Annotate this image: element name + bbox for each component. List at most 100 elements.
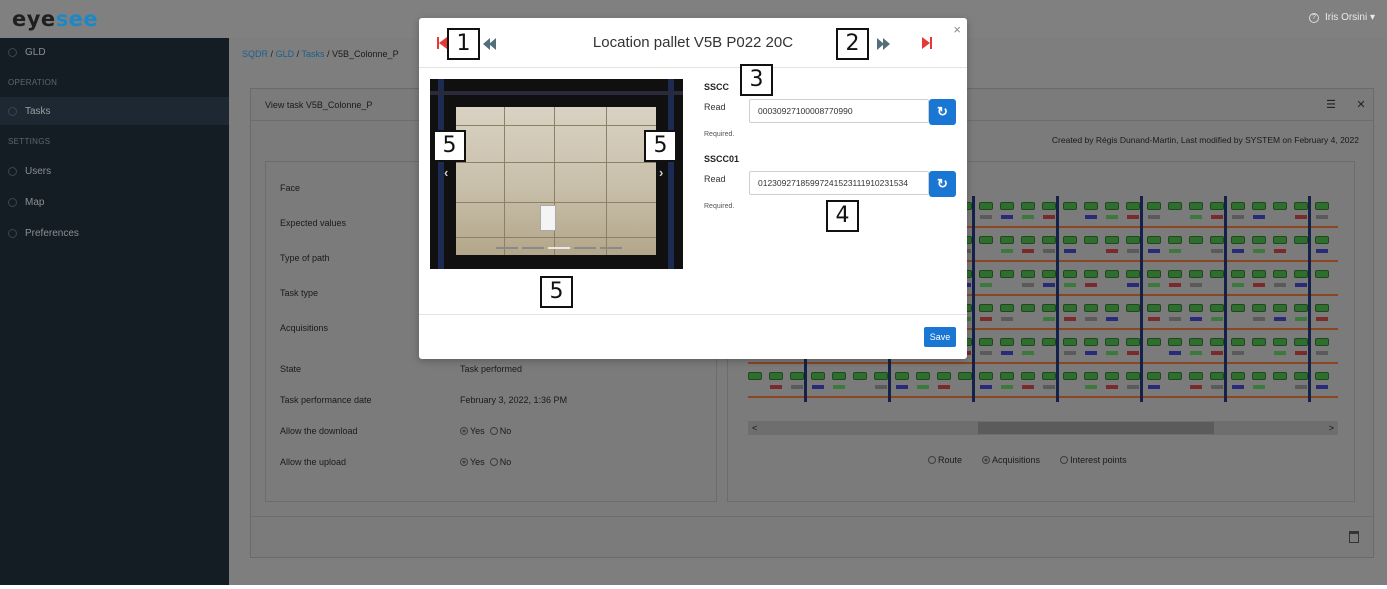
acquisition-camera-icon[interactable] (979, 236, 993, 244)
acquisition-camera-icon[interactable] (1210, 338, 1224, 346)
breadcrumb-link-gld[interactable]: GLD (276, 49, 295, 59)
acquisition-camera-icon[interactable] (1273, 202, 1287, 210)
acquisition-camera-icon[interactable] (1126, 202, 1140, 210)
acquisition-camera-icon[interactable] (1084, 270, 1098, 278)
acquisition-camera-icon[interactable] (1084, 304, 1098, 312)
carousel-dot[interactable] (496, 247, 518, 249)
acquisition-camera-icon[interactable] (1000, 270, 1014, 278)
acquisition-camera-icon[interactable] (1252, 270, 1266, 278)
acquisition-camera-icon[interactable] (1189, 236, 1203, 244)
acquisition-camera-icon[interactable] (1231, 372, 1245, 380)
radio-interest-points[interactable]: Interest points (1060, 455, 1127, 465)
upload-yes-radio[interactable] (460, 458, 468, 466)
acquisition-camera-icon[interactable] (979, 372, 993, 380)
acquisition-camera-icon[interactable] (1105, 304, 1119, 312)
acquisition-camera-icon[interactable] (1042, 270, 1056, 278)
acquisition-camera-icon[interactable] (1084, 236, 1098, 244)
acquisition-camera-icon[interactable] (1063, 202, 1077, 210)
acquisition-camera-icon[interactable] (1189, 304, 1203, 312)
acquisition-camera-icon[interactable] (1042, 236, 1056, 244)
acquisition-camera-icon[interactable] (958, 372, 972, 380)
acquisition-camera-icon[interactable] (1000, 304, 1014, 312)
acquisition-camera-icon[interactable] (937, 372, 951, 380)
download-no-radio[interactable] (489, 427, 498, 435)
acquisition-camera-icon[interactable] (1126, 372, 1140, 380)
acquisition-camera-icon[interactable] (1126, 236, 1140, 244)
radio-acquisitions[interactable]: Acquisitions (982, 455, 1040, 465)
acquisition-camera-icon[interactable] (1063, 236, 1077, 244)
acquisition-camera-icon[interactable] (1063, 338, 1077, 346)
acquisition-camera-icon[interactable] (979, 202, 993, 210)
acquisition-camera-icon[interactable] (1294, 372, 1308, 380)
trash-icon[interactable] (1349, 531, 1359, 543)
acquisition-camera-icon[interactable] (1105, 270, 1119, 278)
acquisition-camera-icon[interactable] (748, 372, 762, 380)
sscc-refresh-button[interactable]: ↻ (929, 99, 956, 125)
acquisition-camera-icon[interactable] (1063, 304, 1077, 312)
acquisition-camera-icon[interactable] (979, 270, 993, 278)
user-name[interactable]: Iris Orsini ▾ (1325, 12, 1375, 23)
acquisition-camera-icon[interactable] (1000, 372, 1014, 380)
acquisition-camera-icon[interactable] (1252, 372, 1266, 380)
acquisition-camera-icon[interactable] (1000, 236, 1014, 244)
sscc-input[interactable]: 00030927100008770990 (749, 99, 929, 123)
acquisition-camera-icon[interactable] (1000, 338, 1014, 346)
acquisition-camera-icon[interactable] (1042, 202, 1056, 210)
acquisition-camera-icon[interactable] (1084, 372, 1098, 380)
acquisition-camera-icon[interactable] (1105, 236, 1119, 244)
acquisition-camera-icon[interactable] (1252, 202, 1266, 210)
list-icon[interactable]: ☰ (1323, 97, 1339, 113)
acquisition-camera-icon[interactable] (1063, 270, 1077, 278)
acquisition-camera-icon[interactable] (1105, 338, 1119, 346)
acquisition-camera-icon[interactable] (1126, 338, 1140, 346)
acquisition-camera-icon[interactable] (1000, 202, 1014, 210)
acquisition-camera-icon[interactable] (874, 372, 888, 380)
carousel-dot[interactable] (600, 247, 622, 249)
acquisition-camera-icon[interactable] (1147, 372, 1161, 380)
carousel-dot[interactable] (548, 247, 570, 249)
acquisition-camera-icon[interactable] (1210, 372, 1224, 380)
upload-no-radio[interactable] (489, 458, 498, 466)
sscc01-refresh-button[interactable]: ↻ (929, 171, 956, 197)
modal-close-icon[interactable]: × (953, 22, 961, 37)
sscc01-input[interactable]: 01230927185997241523111910231534 (749, 171, 929, 195)
acquisition-camera-icon[interactable] (1021, 304, 1035, 312)
acquisition-camera-icon[interactable] (1231, 270, 1245, 278)
acquisition-camera-icon[interactable] (1042, 304, 1056, 312)
acquisition-camera-icon[interactable] (1315, 236, 1329, 244)
close-icon[interactable]: ✕ (1353, 97, 1369, 113)
acquisition-camera-icon[interactable] (916, 372, 930, 380)
acquisition-camera-icon[interactable] (1147, 304, 1161, 312)
acquisition-camera-icon[interactable] (1126, 270, 1140, 278)
acquisition-camera-icon[interactable] (1126, 304, 1140, 312)
acquisition-camera-icon[interactable] (1168, 304, 1182, 312)
acquisition-camera-icon[interactable] (1147, 202, 1161, 210)
sidebar-item-preferences[interactable]: Preferences (0, 219, 229, 247)
acquisition-camera-icon[interactable] (1021, 372, 1035, 380)
acquisition-camera-icon[interactable] (979, 304, 993, 312)
acquisition-camera-icon[interactable] (1315, 372, 1329, 380)
last-location-icon[interactable] (921, 36, 933, 50)
acquisition-camera-icon[interactable] (1168, 236, 1182, 244)
acquisition-camera-icon[interactable] (1294, 338, 1308, 346)
acquisition-camera-icon[interactable] (790, 372, 804, 380)
save-button[interactable]: Save (924, 327, 956, 347)
acquisition-camera-icon[interactable] (1231, 202, 1245, 210)
acquisition-camera-icon[interactable] (1189, 372, 1203, 380)
acquisition-camera-icon[interactable] (1168, 202, 1182, 210)
acquisition-camera-icon[interactable] (1315, 338, 1329, 346)
acquisition-camera-icon[interactable] (1315, 202, 1329, 210)
next-location-icon[interactable] (877, 38, 891, 50)
scroll-left-arrow[interactable]: < (752, 421, 757, 435)
acquisition-camera-icon[interactable] (1252, 236, 1266, 244)
acquisition-camera-icon[interactable] (1273, 372, 1287, 380)
acquisition-camera-icon[interactable] (1189, 270, 1203, 278)
acquisition-camera-icon[interactable] (895, 372, 909, 380)
acquisition-camera-icon[interactable] (832, 372, 846, 380)
acquisition-camera-icon[interactable] (1021, 202, 1035, 210)
map-horizontal-scrollbar[interactable]: < > (748, 421, 1338, 435)
acquisition-camera-icon[interactable] (1084, 338, 1098, 346)
acquisition-camera-icon[interactable] (1105, 202, 1119, 210)
carousel-indicators[interactable] (496, 247, 622, 249)
acquisition-camera-icon[interactable] (1210, 202, 1224, 210)
